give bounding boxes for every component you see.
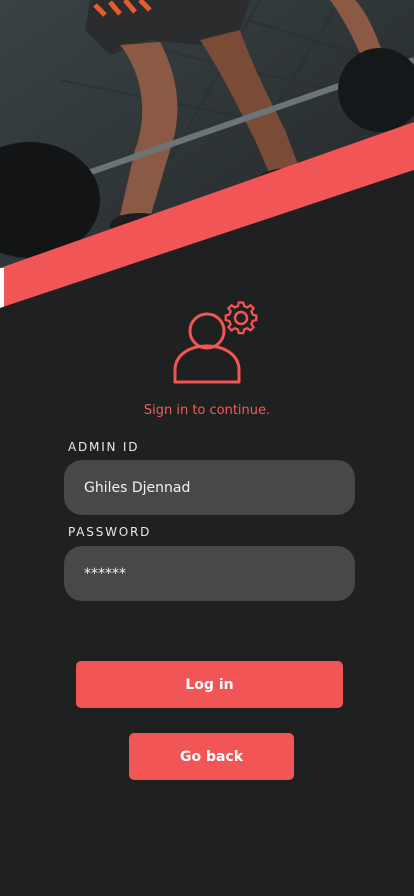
admin-user-gear-icon: [170, 298, 262, 392]
sign-in-subtitle: Sign in to continue.: [143, 403, 271, 418]
admin-id-label: ADMIN ID: [68, 440, 140, 454]
password-input[interactable]: ******: [64, 546, 355, 601]
password-label: PASSWORD: [68, 525, 152, 539]
admin-id-input[interactable]: Ghiles Djennad: [64, 460, 355, 515]
hero-banner: [0, 0, 414, 330]
login-button[interactable]: Log in: [76, 661, 343, 708]
weightlifter-photo: [0, 0, 414, 330]
go-back-button[interactable]: Go back: [129, 733, 294, 780]
